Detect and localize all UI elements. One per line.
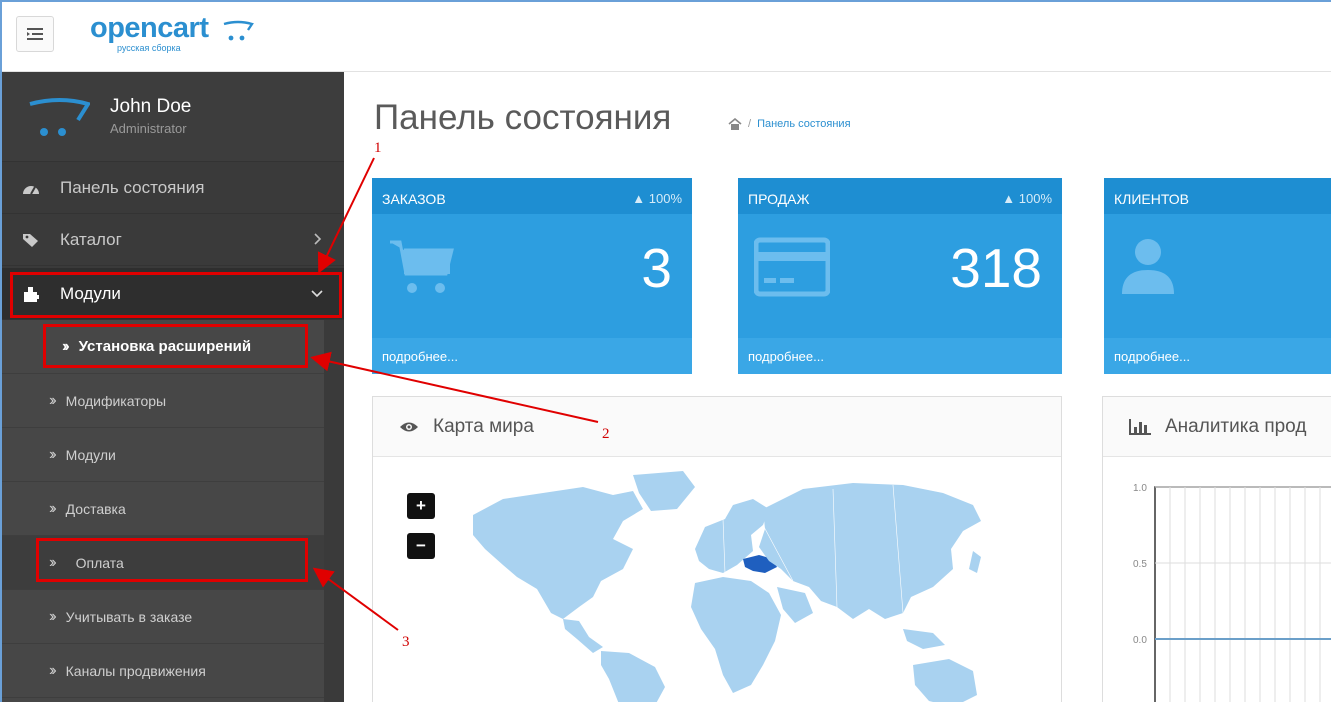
panel-title: Аналитика прод [1165,415,1307,437]
annotation-label-1: 1 [374,140,382,156]
panel-header: Карта мира [373,397,1061,457]
tile-label: ЗАКАЗОВ [382,191,446,207]
annotation-label-3: 3 [402,634,410,650]
menu-toggle-button[interactable] [16,16,54,52]
app-window: opencart русская сборка John Doe Adminis… [0,0,1331,702]
panel-header: Аналитика прод [1103,397,1331,457]
world-map-panel: Карта мира + − [372,396,1062,702]
shopping-cart-icon [390,240,454,293]
double-chevron-icon: ›› [49,661,56,679]
page-title: Панель состояния [374,98,672,137]
tile-sales: ПРОДАЖ ▲ 100% 318 подробнее... [738,178,1062,374]
double-chevron-icon: ›› [49,499,56,517]
chart-y-tick-label: 1.0 [1133,483,1147,494]
submenu-item-modules[interactable]: ›› Модули [2,428,324,482]
sidebar-item-catalog[interactable]: Каталог [2,214,344,266]
tile-header: ЗАКАЗОВ ▲ 100% [372,178,692,214]
tile-more-link[interactable]: подробнее... [738,338,1062,374]
tile-percentage-value: 100% [648,191,682,206]
tile-more-link[interactable]: подробнее... [372,338,692,374]
chevron-right-icon [314,233,322,245]
tile-label: КЛИЕНТОВ [1114,191,1190,207]
submenu-item-label: Учитывать в заказе [65,608,193,625]
user-icon [1122,239,1174,294]
profile-role: Administrator [110,121,187,136]
sidebar: John Doe Administrator Панель состояния … [2,72,344,702]
sidebar-scrollbar[interactable] [324,320,344,702]
credit-card-icon [754,237,830,297]
submenu-item-modifications[interactable]: ›› Модификаторы [2,374,324,428]
breadcrumb-separator: / [748,118,752,130]
logo-subtitle: русская сборка [117,43,181,53]
sidebar-item-dashboard[interactable]: Панель состояния [2,162,344,214]
annotation-box-modules [10,272,342,318]
panel-title: Карта мира [433,415,534,437]
submenu-item-label: Каналы продвижения [65,662,206,679]
dashboard-icon [22,179,40,197]
tile-label: ПРОДАЖ [748,191,810,207]
tile-header: ПРОДАЖ ▲ 100% [738,178,1062,214]
tile-orders: ЗАКАЗОВ ▲ 100% 3 подробнее... [372,178,692,374]
annotation-box-payment [36,538,308,582]
chart-y-tick-label: 0.5 [1133,559,1147,570]
avatar [29,98,90,136]
sales-analytics-panel: Аналитика прод 1.0 0.5 0.0 [1102,396,1331,702]
breadcrumb-link-dashboard[interactable]: Панель состояния [757,118,850,130]
chart-y-tick-label: 0.0 [1133,635,1147,646]
double-chevron-icon: ›› [49,445,56,463]
breadcrumb: / Панель состояния [728,118,851,130]
main-content: Панель состояния / Панель состояния ЗАКА… [344,72,1331,702]
tile-header: КЛИЕНТОВ [1104,178,1331,214]
annotation-label-2: 2 [602,426,610,442]
analytics-chart: 1.0 0.5 0.0 [1133,483,1331,702]
tile-more-link[interactable]: подробнее... [1104,338,1331,374]
tile-value: 3 [641,237,672,299]
submenu-item-label: Модули [65,446,116,463]
top-header: opencart русская сборка [2,2,1331,72]
double-chevron-icon: ›› [49,607,56,625]
submenu-item-shipping[interactable]: ›› Доставка [2,482,324,536]
map-zoom-in-button[interactable]: + [407,493,435,519]
tile-percentage-value: 100% [1018,191,1052,206]
menu-toggle-icon [27,28,43,40]
logo-cart-icon [223,20,254,41]
annotation-box-extension-installer [43,324,308,368]
submenu-item-order-totals[interactable]: ›› Учитывать в заказе [2,590,324,644]
world-map[interactable] [433,469,993,702]
tile-customers: КЛИЕНТОВ подробнее... [1104,178,1331,374]
submenu-item-feeds[interactable]: ›› Каналы продвижения [2,644,324,698]
double-chevron-icon: ›› [49,391,56,409]
eye-icon [399,420,419,434]
submenu-item-label: Модификаторы [65,392,167,409]
home-icon[interactable] [728,118,742,130]
tags-icon [22,231,40,249]
map-zoom-out-button[interactable]: − [407,533,435,559]
tile-percentage: ▲ 100% [632,191,682,206]
profile-name: John Doe [110,96,192,117]
modules-submenu: ›› Установка расширений ›› Модификаторы … [2,320,324,702]
logo-text: opencart [90,12,209,44]
tile-value: 318 [950,237,1042,299]
submenu-item-label: Доставка [65,500,126,517]
sidebar-item-label: Каталог [60,229,122,249]
user-profile[interactable]: John Doe Administrator [2,72,344,162]
tile-percentage: ▲ 100% [1002,191,1052,206]
opencart-logo[interactable]: opencart русская сборка [90,12,254,53]
sidebar-item-label: Панель состояния [60,177,205,197]
bar-chart-icon [1129,418,1151,435]
